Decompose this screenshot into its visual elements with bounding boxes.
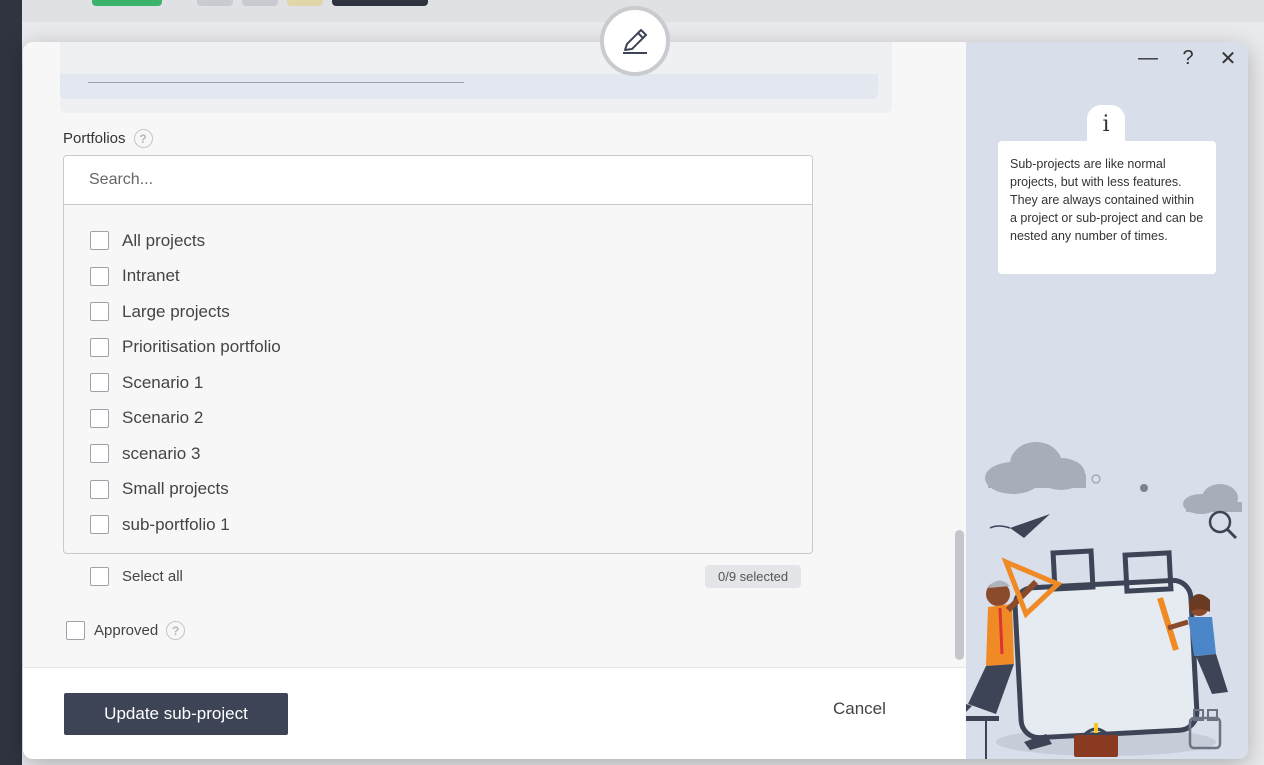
previous-section bbox=[60, 42, 892, 113]
portfolio-option[interactable]: Intranet bbox=[90, 259, 281, 295]
portfolio-option-label: sub-portfolio 1 bbox=[122, 514, 230, 534]
checkbox[interactable] bbox=[90, 479, 109, 499]
checkbox[interactable] bbox=[90, 266, 109, 286]
info-icon: i bbox=[1087, 105, 1125, 143]
portfolio-option-label: Scenario 1 bbox=[122, 372, 204, 392]
previous-section-inner bbox=[60, 74, 878, 99]
checkbox[interactable] bbox=[90, 373, 109, 393]
minimize-icon[interactable]: — bbox=[1138, 47, 1158, 69]
question-circle-icon[interactable]: ? bbox=[166, 621, 186, 640]
update-sub-project-button[interactable]: Update sub-project bbox=[64, 693, 288, 735]
portfolio-option[interactable]: All projects bbox=[90, 223, 281, 259]
info-panel: — ? ✕ i Sub-projects are like normal pro… bbox=[966, 42, 1248, 759]
portfolio-option-label: Scenario 2 bbox=[122, 408, 204, 428]
magnifier-icon bbox=[1208, 510, 1238, 540]
select-all-checkbox[interactable] bbox=[90, 567, 109, 586]
checkbox[interactable] bbox=[90, 515, 109, 535]
cloud-right-icon bbox=[1183, 484, 1242, 514]
portfolio-option-label: Small projects bbox=[122, 479, 229, 499]
project-box-shape bbox=[996, 548, 1216, 756]
portfolio-option-label: All projects bbox=[122, 230, 206, 250]
form-area: Portfolios ? All projects Intranet Large… bbox=[23, 42, 966, 667]
decor-circle bbox=[1091, 474, 1101, 484]
approved-checkbox[interactable] bbox=[66, 621, 85, 640]
portfolio-option-label: scenario 3 bbox=[122, 443, 201, 463]
portfolio-option-label: Intranet bbox=[122, 266, 180, 286]
portfolio-option[interactable]: Scenario 2 bbox=[90, 401, 281, 437]
paper-plane-icon bbox=[989, 514, 1050, 538]
checkbox[interactable] bbox=[90, 231, 109, 251]
portfolio-option[interactable]: sub-portfolio 1 bbox=[90, 507, 281, 543]
checkbox[interactable] bbox=[90, 302, 109, 322]
portfolios-label: Portfolios ? bbox=[63, 129, 153, 148]
portfolio-option[interactable]: Small projects bbox=[90, 472, 281, 508]
portfolio-option-label: Prioritisation portfolio bbox=[122, 337, 281, 357]
approved-option[interactable]: Approved ? bbox=[66, 621, 186, 640]
help-icon[interactable]: ? bbox=[1178, 47, 1198, 69]
portfolio-option[interactable]: Scenario 1 bbox=[90, 365, 281, 401]
checkbox[interactable] bbox=[90, 444, 109, 464]
portfolio-selector: All projects Intranet Large projects Pri… bbox=[63, 155, 813, 554]
checkbox[interactable] bbox=[90, 408, 109, 428]
cloud-left-icon bbox=[985, 442, 1086, 494]
portfolio-option-label: Large projects bbox=[122, 301, 230, 321]
edit-sub-project-modal: Portfolios ? All projects Intranet Large… bbox=[23, 42, 1248, 759]
checkbox[interactable] bbox=[90, 337, 109, 357]
select-all-label: Select all bbox=[122, 568, 183, 585]
cancel-button[interactable]: Cancel bbox=[833, 699, 886, 719]
close-icon[interactable]: ✕ bbox=[1218, 48, 1238, 70]
previous-field-underline bbox=[88, 82, 464, 83]
pencil-icon bbox=[600, 6, 670, 76]
question-circle-icon[interactable]: ? bbox=[133, 129, 153, 148]
modal-footer: Update sub-project Cancel bbox=[23, 667, 966, 759]
portfolio-option-list: All projects Intranet Large projects Pri… bbox=[90, 223, 281, 543]
pencil-icon-glyph bbox=[623, 29, 647, 54]
decor-dot bbox=[1140, 484, 1148, 492]
info-description: Sub-projects are like normal projects, b… bbox=[998, 141, 1216, 274]
portfolio-search-input[interactable] bbox=[64, 156, 812, 205]
portfolio-option[interactable]: scenario 3 bbox=[90, 436, 281, 472]
select-all-option[interactable]: Select all bbox=[90, 567, 183, 586]
window-controls: — ? ✕ bbox=[1138, 47, 1238, 70]
approved-label: Approved bbox=[94, 622, 159, 639]
form-scrollbar[interactable] bbox=[955, 530, 964, 660]
portfolio-option[interactable]: Prioritisation portfolio bbox=[90, 330, 281, 366]
selected-count-badge: 0/9 selected bbox=[705, 565, 802, 588]
sub-project-illustration bbox=[966, 442, 1242, 759]
portfolios-label-text: Portfolios bbox=[63, 130, 126, 147]
portfolio-option[interactable]: Large projects bbox=[90, 294, 281, 330]
